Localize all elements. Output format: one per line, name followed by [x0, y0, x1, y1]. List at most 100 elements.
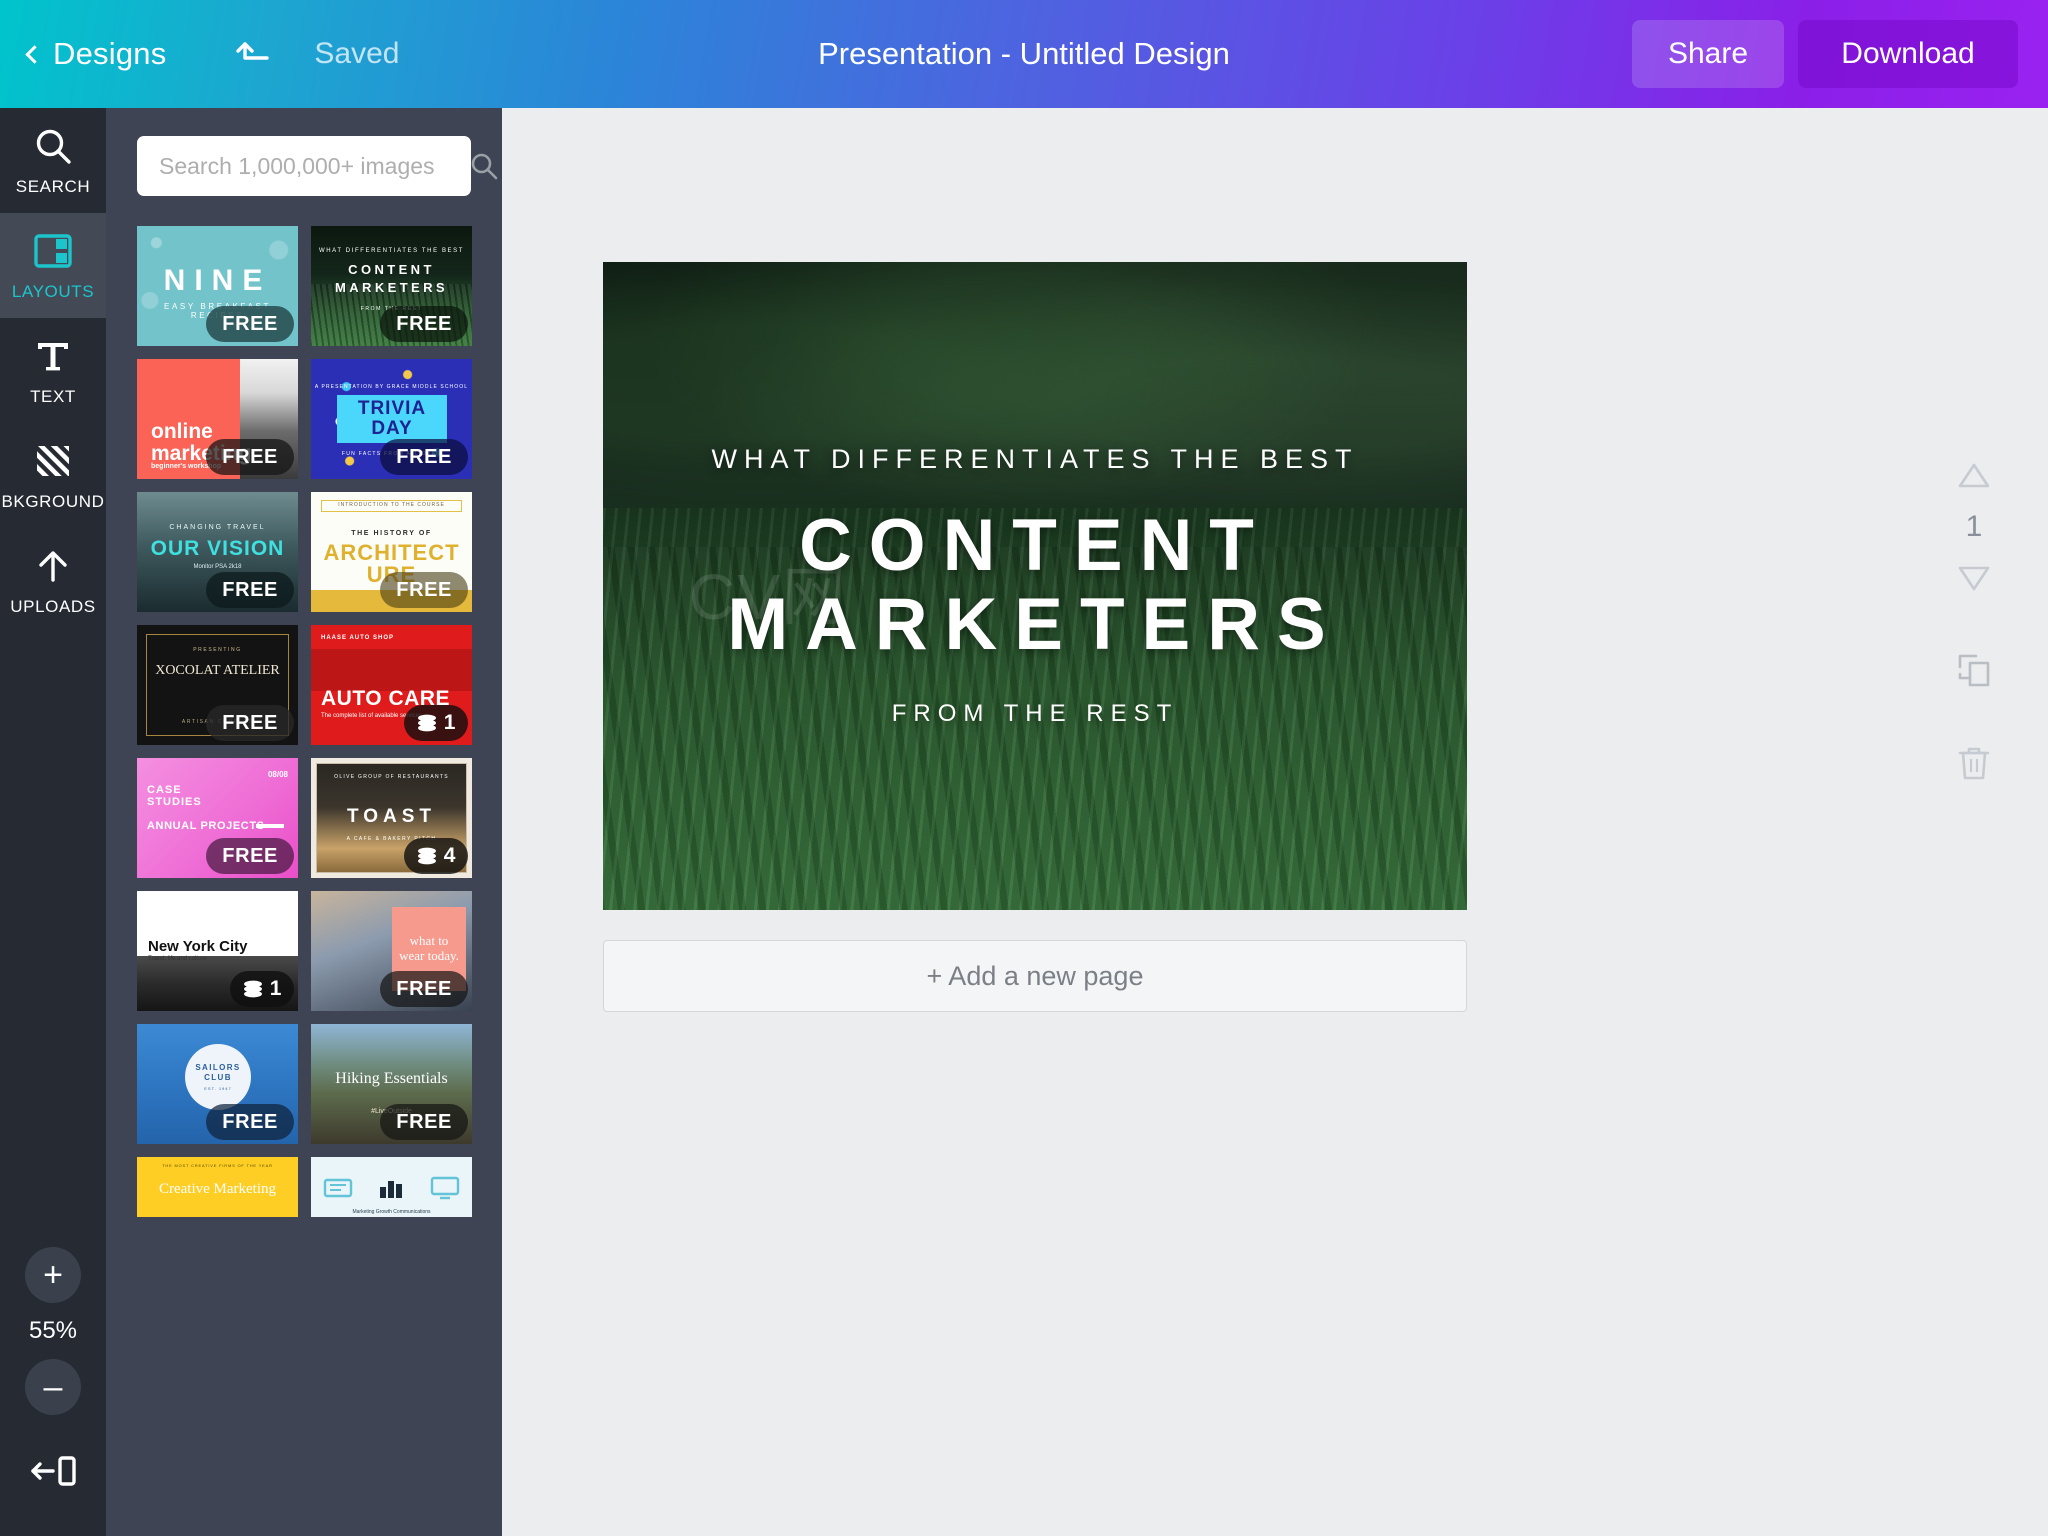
thumb-title: Marketing Growth Communications: [352, 1209, 431, 1215]
layout-thumb-marketing-growth-comms[interactable]: Marketing Growth Communications: [311, 1157, 472, 1217]
thumb-subtitle: OLIVE GROUP OF RESTAURANTS: [334, 774, 449, 780]
thumb-badge-stack: 4: [403, 838, 468, 874]
thumb-title: TOAST: [346, 806, 437, 827]
back-to-designs-button[interactable]: Designs: [25, 36, 167, 72]
search-submit-icon[interactable]: [469, 151, 499, 181]
thumb-badge-stack: 1: [229, 971, 294, 1007]
thumb-title: New York City: [148, 938, 248, 955]
thumb-badge-free: FREE: [380, 1104, 468, 1140]
bar-chart-icon: [380, 1181, 403, 1198]
saved-status-label: Saved: [314, 37, 400, 70]
layout-thumb-hiking-essentials[interactable]: Hiking Essentials #LiveOutside FREE: [311, 1024, 472, 1144]
layout-thumb-trivia-day[interactable]: A PRESENTATION BY GRACE MIDDLE SCHOOL TR…: [311, 359, 472, 479]
duplicate-page-button[interactable]: [1946, 642, 2002, 698]
triangle-down-icon: [1958, 566, 1990, 591]
slide-subline-text[interactable]: FROM THE REST: [892, 700, 1179, 728]
thumb-subtitle: THE HISTORY OF: [351, 530, 432, 537]
thumb-subtitle: Travel, life and culture: [148, 956, 207, 962]
move-page-up-button[interactable]: [1946, 448, 2002, 504]
search-input[interactable]: [137, 152, 469, 180]
layouts-panel: NINE EASY BREAKFAST RECIPES FREE WHAT DI…: [106, 108, 502, 1536]
thumb-badge-free: FREE: [206, 705, 294, 741]
copy-icon: [1958, 654, 1990, 687]
thumb-footer: INTRODUCTION TO THE COURSE: [338, 502, 445, 508]
sidebar-item-search[interactable]: SEARCH: [0, 108, 106, 213]
thumb-stack-count: 1: [443, 711, 456, 734]
slide-canvas[interactable]: CV网 WHAT DIFFERENTIATES THE BEST CONTENT…: [603, 262, 1467, 910]
layout-thumb-online-marketing[interactable]: online marketing beginner's workshop FRE…: [137, 359, 298, 479]
layouts-icon: [33, 229, 73, 273]
stack-icon: [417, 714, 436, 732]
collapse-panel-button[interactable]: [27, 1451, 79, 1496]
layout-thumb-case-studies[interactable]: 08/08 CASE STUDIES ANNUAL PROJECTS FREE: [137, 758, 298, 878]
top-header-bar: Designs Saved Presentation - Untitled De…: [0, 0, 2048, 108]
thumb-photo: [311, 649, 472, 691]
page-tools: 1: [1944, 448, 2004, 790]
layout-thumb-auto-care[interactable]: HAASE AUTO SHOP AUTO CARE The complete l…: [311, 625, 472, 745]
sidebar-item-background[interactable]: BKGROUND: [0, 423, 106, 528]
trash-icon: [1958, 747, 1990, 780]
thumb-badge-free: FREE: [206, 306, 294, 342]
slide-text-group: WHAT DIFFERENTIATES THE BEST CONTENT MAR…: [603, 262, 1467, 910]
layout-thumb-history-of-architecture[interactable]: INTRODUCTION TO THE COURSE THE HISTORY O…: [311, 492, 472, 612]
layout-thumb-nine-breakfast-recipes[interactable]: NINE EASY BREAKFAST RECIPES FREE: [137, 226, 298, 346]
sidebar-item-uploads[interactable]: UPLOADS: [0, 528, 106, 633]
thumb-badge-free: FREE: [380, 572, 468, 608]
add-new-page-button[interactable]: + Add a new page: [603, 940, 1467, 1012]
thumb-decor: SAILORS CLUB EST. 1947: [185, 1044, 251, 1110]
thumb-badge-free: FREE: [206, 1104, 294, 1140]
delete-page-button[interactable]: [1946, 734, 2002, 790]
zoom-out-button[interactable]: –: [25, 1359, 81, 1415]
thumb-title: OUR VISION: [150, 537, 285, 560]
text-icon: [33, 334, 73, 378]
canva-editor-window: Designs Saved Presentation - Untitled De…: [0, 0, 2048, 1536]
share-button[interactable]: Share: [1632, 20, 1784, 88]
layout-thumb-what-to-wear-today[interactable]: what to wear today. FREE: [311, 891, 472, 1011]
thumb-title: CASE STUDIES: [147, 784, 202, 809]
thumb-subtitle: EST. 1947: [204, 1085, 232, 1091]
layout-thumb-creative-marketing[interactable]: THE MOST CREATIVE FIRMS OF THE YEAR Crea…: [137, 1157, 298, 1217]
thumb-badge-free: FREE: [206, 439, 294, 475]
layout-thumb-toast-restaurants[interactable]: OLIVE GROUP OF RESTAURANTS TOAST A CAFE …: [311, 758, 472, 878]
thumb-title: NINE: [163, 264, 272, 297]
thumb-badge-free: FREE: [380, 306, 468, 342]
sidebar-item-text-label: TEXT: [30, 387, 76, 406]
slide-headline-line1[interactable]: CONTENT: [799, 506, 1271, 586]
search-box[interactable]: [137, 136, 498, 196]
sidebar-item-text[interactable]: TEXT: [0, 318, 106, 423]
thumb-badge-stack: 1: [403, 705, 468, 741]
slide-headline-line2[interactable]: MARKETERS: [727, 585, 1342, 665]
thumb-subtitle: A PRESENTATION BY GRACE MIDDLE SCHOOL: [314, 384, 469, 390]
undo-button[interactable]: [226, 27, 280, 81]
page-number-label: 1: [1965, 510, 1983, 543]
thumb-decor: [311, 1157, 472, 1217]
collapse-panel-icon: [31, 1456, 76, 1486]
thumb-decor: [256, 824, 284, 828]
layout-thumb-new-york-city[interactable]: New York City Travel, life and culture 1: [137, 891, 298, 1011]
layout-thumb-our-vision[interactable]: CHANGING TRAVEL OUR VISION Monitor PSA 2…: [137, 492, 298, 612]
sidebar-item-uploads-label: UPLOADS: [10, 597, 96, 616]
sidebar-item-layouts[interactable]: LAYOUTS: [0, 213, 106, 318]
layout-thumb-content-marketers[interactable]: WHAT DIFFERENTIATES THE BEST CONTENT MAR…: [311, 226, 472, 346]
thumb-badge-free: FREE: [206, 838, 294, 874]
thumb-badge-free: FREE: [206, 572, 294, 608]
layout-thumbnail-grid: NINE EASY BREAKFAST RECIPES FREE WHAT DI…: [137, 226, 485, 1217]
upload-arrow-icon: [33, 544, 73, 588]
thumb-title: Hiking Essentials: [335, 1070, 448, 1087]
slide-eyebrow-text[interactable]: WHAT DIFFERENTIATES THE BEST: [711, 444, 1358, 475]
sidebar-item-background-label: BKGROUND: [1, 492, 105, 511]
thumb-subtitle: PRESENTING: [193, 647, 242, 653]
thumb-subtitle: WHAT DIFFERENTIATES THE BEST: [318, 248, 465, 254]
megaphone-icon: [323, 1178, 353, 1198]
thumb-footer: 08/08: [267, 770, 288, 779]
background-icon: [33, 439, 73, 483]
left-tool-rail: SEARCH LAYOUTS TEXT BKGROUND UPLOADS + 5…: [0, 108, 106, 1536]
move-page-down-button[interactable]: [1946, 550, 2002, 606]
header-actions: Share Download: [1632, 20, 2018, 88]
download-button[interactable]: Download: [1798, 20, 2018, 88]
layout-thumb-sailors-club[interactable]: SAILORS CLUB EST. 1947 FREE: [137, 1024, 298, 1144]
back-to-designs-label: Designs: [53, 36, 167, 71]
canvas-area: CV网 WHAT DIFFERENTIATES THE BEST CONTENT…: [502, 108, 2048, 1536]
layout-thumb-xocolat-atelier[interactable]: PRESENTING XOCOLAT ATELIER ARTISAN CONFE…: [137, 625, 298, 745]
zoom-in-button[interactable]: +: [25, 1247, 81, 1303]
